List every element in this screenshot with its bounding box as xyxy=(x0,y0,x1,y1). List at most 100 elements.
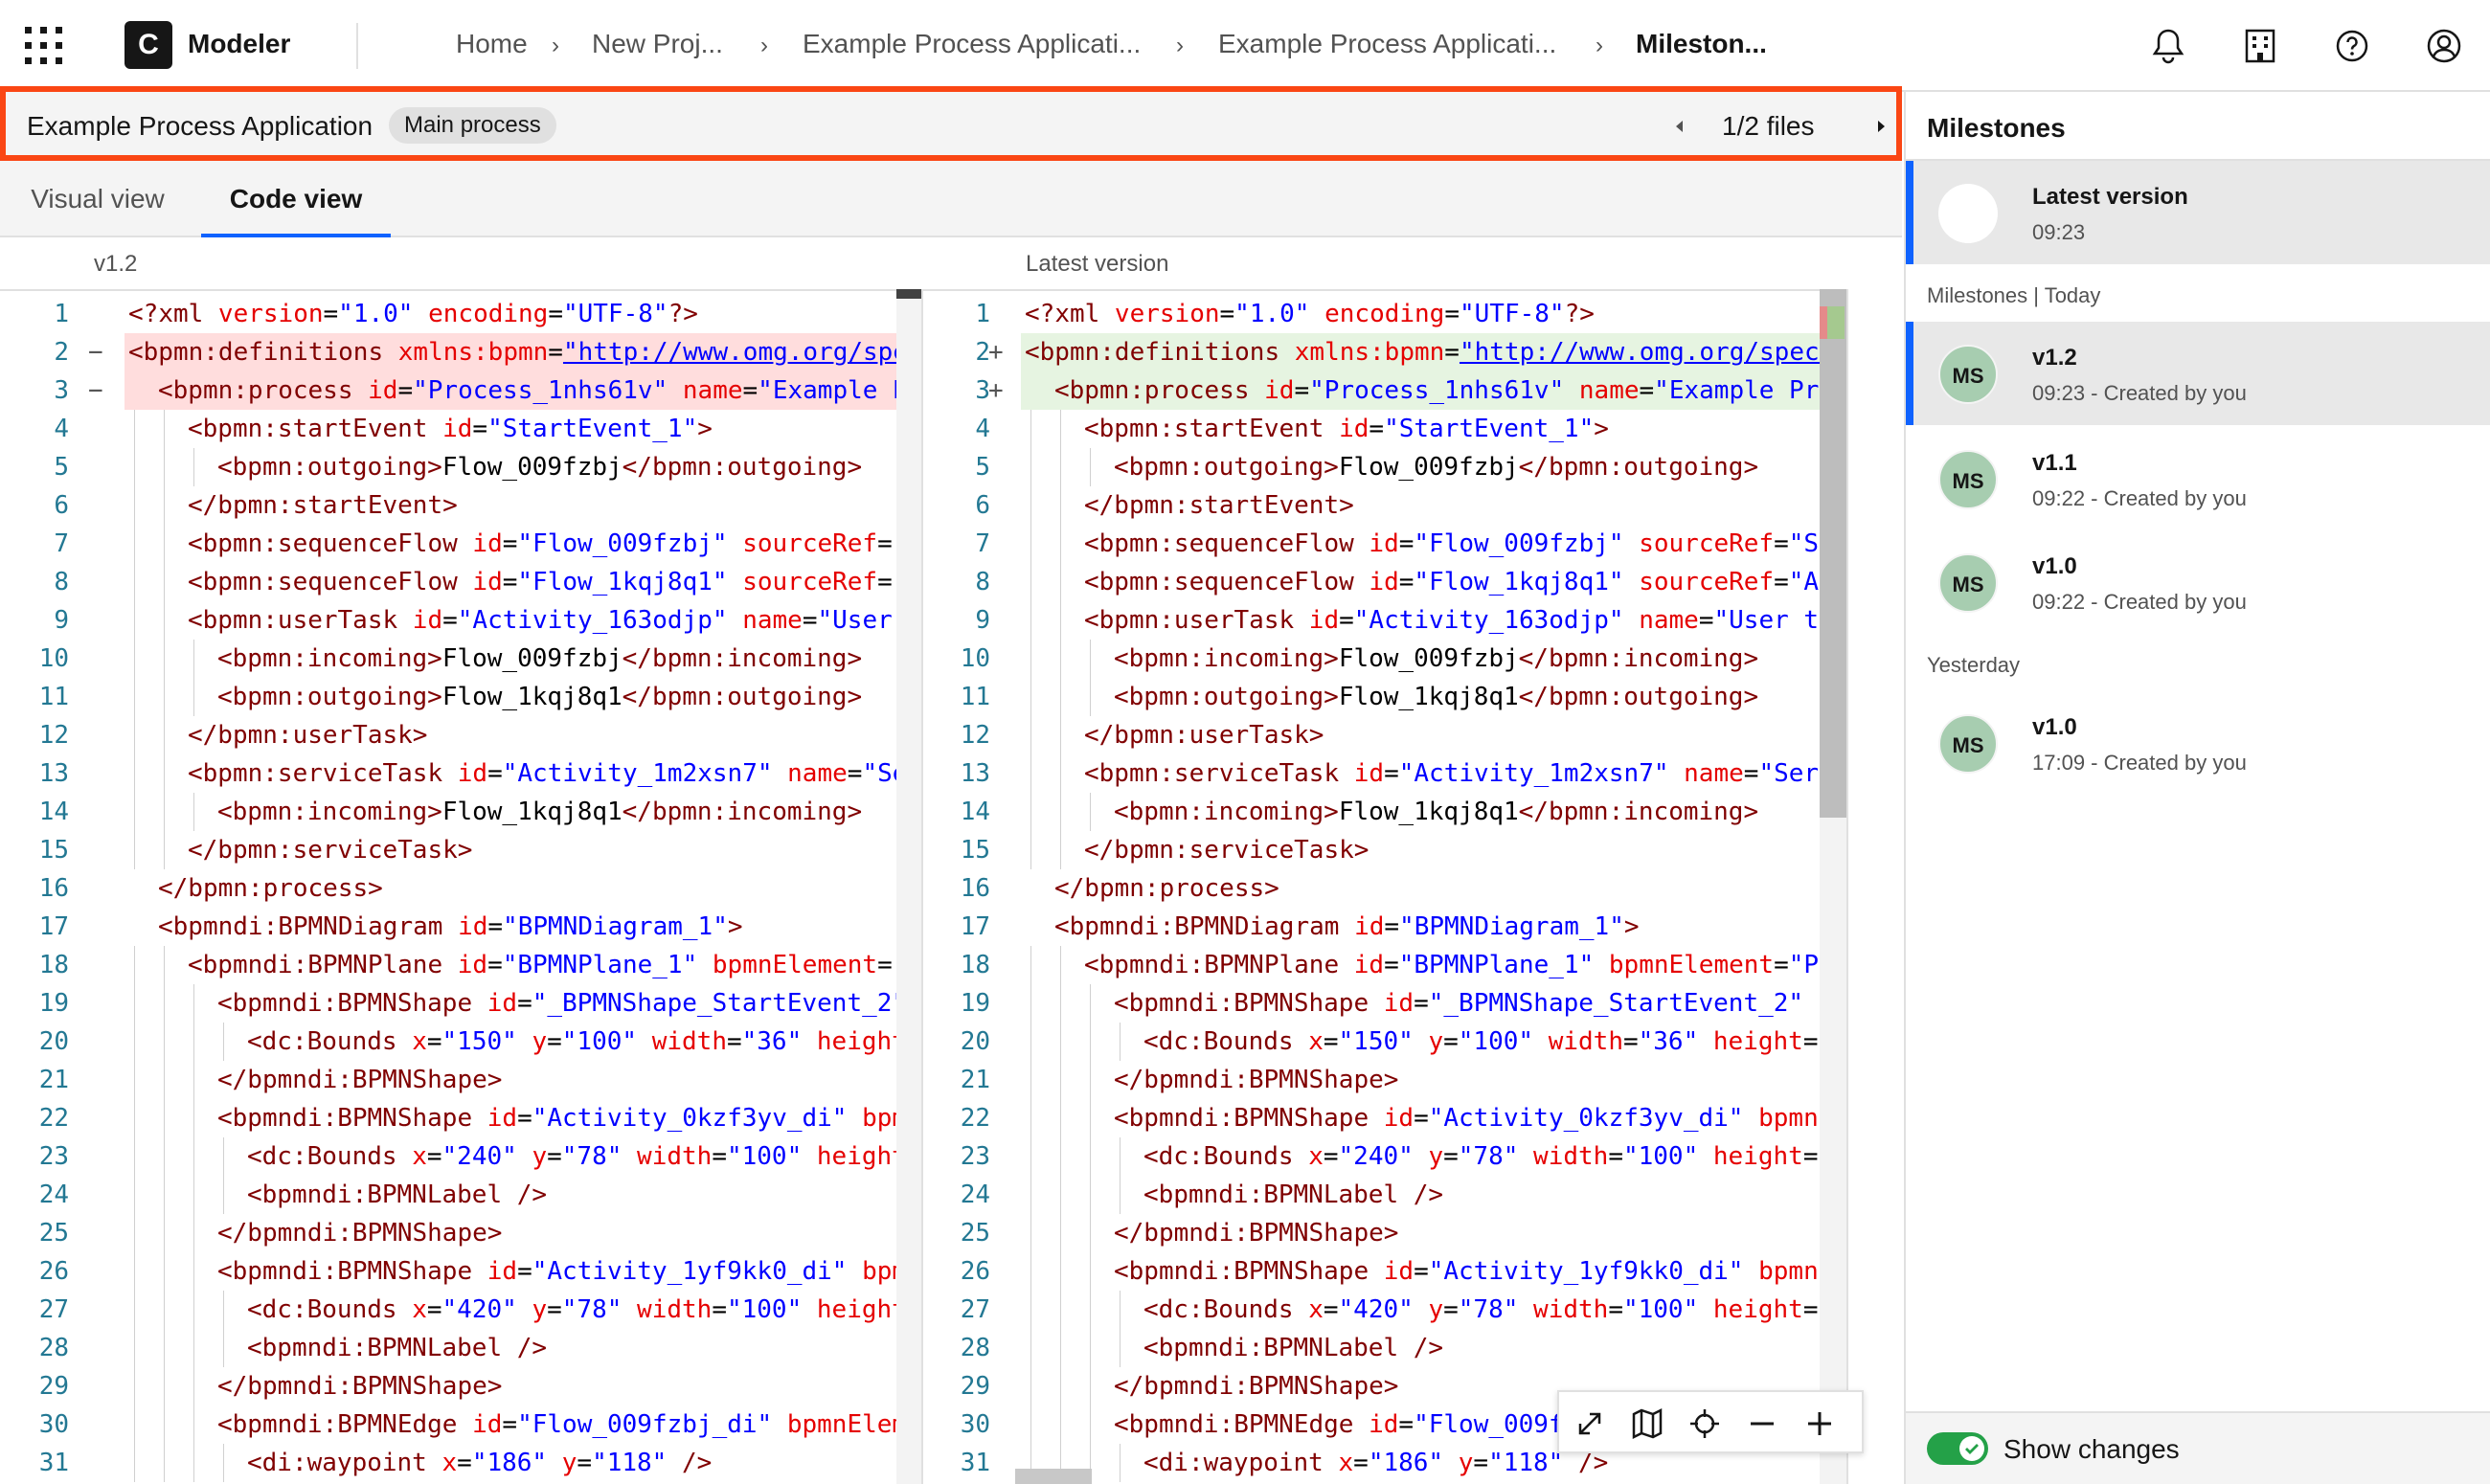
milestone-v1-0-today[interactable]: MS v1.0 09:22 - Created by you xyxy=(1906,530,2490,634)
code-line[interactable]: 19 <bpmndi:BPMNShape id="_BPMNShape_Start… xyxy=(0,984,921,1023)
code-line[interactable]: 22 <bpmndi:BPMNShape id="Activity_0kzf3yv… xyxy=(923,1099,1846,1137)
code-line[interactable]: 12 </bpmn:userTask> xyxy=(0,716,921,754)
code-line[interactable]: 6 </bpmn:startEvent> xyxy=(923,486,1846,525)
code-line[interactable]: 16 </bpmn:process> xyxy=(923,869,1846,908)
code-line[interactable]: 15 </bpmn:serviceTask> xyxy=(923,831,1846,869)
code-line[interactable]: 29 </bpmndi:BPMNShape> xyxy=(0,1367,921,1405)
breadcrumb-project[interactable]: New Proj... xyxy=(592,29,723,59)
line-number: 24 xyxy=(960,1180,990,1209)
code-line[interactable]: 4 <bpmn:startEvent id="StartEvent_1"> xyxy=(923,410,1846,448)
code-line[interactable]: 25 </bpmndi:BPMNShape> xyxy=(0,1214,921,1252)
code-line[interactable]: 15 </bpmn:serviceTask> xyxy=(0,831,921,869)
code-line[interactable]: 7 <bpmn:sequenceFlow id="Flow_009fzbj" so… xyxy=(923,525,1846,563)
notification-bell-icon[interactable] xyxy=(2145,23,2191,69)
code-line[interactable]: 10 <bpmn:incoming>Flow_009fzbj</bpmn:inco… xyxy=(0,640,921,678)
code-line[interactable]: 25 </bpmndi:BPMNShape> xyxy=(923,1214,1846,1252)
code-line[interactable]: 21 </bpmndi:BPMNShape> xyxy=(0,1061,921,1099)
code-line[interactable]: 14 <bpmn:incoming>Flow_1kqj8q1</bpmn:inco… xyxy=(0,793,921,831)
code-line[interactable]: 24 <bpmndi:BPMNLabel /> xyxy=(923,1176,1846,1214)
code-line[interactable]: 14 <bpmn:incoming>Flow_1kqj8q1</bpmn:inco… xyxy=(923,793,1846,831)
code-line[interactable]: 13 <bpmn:serviceTask id="Activity_1m2xsn7… xyxy=(0,754,921,793)
code-line[interactable]: 8 <bpmn:sequenceFlow id="Flow_1kqj8q1" so… xyxy=(923,563,1846,601)
zoom-in-icon[interactable] xyxy=(1797,1401,1843,1447)
milestone-meta: 09:23 - Created by you xyxy=(2032,381,2247,405)
indent-guide xyxy=(164,754,165,793)
milestone-latest-version[interactable]: Latest version 09:23 xyxy=(1906,161,2490,264)
code-text: <bpmndi:BPMNDiagram id="BPMNDiagram_1"> xyxy=(158,912,743,941)
code-line[interactable]: 18 <bpmndi:BPMNPlane id="BPMNPlane_1" bpm… xyxy=(0,946,921,984)
code-line[interactable]: 24 <bpmndi:BPMNLabel /> xyxy=(0,1176,921,1214)
app-switcher-icon[interactable] xyxy=(21,23,67,69)
code-line[interactable]: 4 <bpmn:startEvent id="StartEvent_1"> xyxy=(0,410,921,448)
code-line[interactable]: 30 <bpmndi:BPMNEdge id="Flow_009fzbj_di" … xyxy=(0,1405,921,1444)
milestone-v1-0-yesterday[interactable]: MS v1.0 17:09 - Created by you xyxy=(1906,691,2490,795)
code-line[interactable]: 5 <bpmn:outgoing>Flow_009fzbj</bpmn:outgo… xyxy=(0,448,921,486)
tab-code-view[interactable]: Code view xyxy=(201,161,391,237)
code-line[interactable]: 5 <bpmn:outgoing>Flow_009fzbj</bpmn:outgo… xyxy=(923,448,1846,486)
code-line[interactable]: 22 <bpmndi:BPMNShape id="Activity_0kzf3yv… xyxy=(0,1099,921,1137)
modified-code-pane[interactable]: 1 <?xml version="1.0" encoding="UTF-8"?> 2… xyxy=(921,289,1846,1484)
code-line[interactable]: 27 <dc:Bounds x="420" y="78" width="100" … xyxy=(923,1291,1846,1329)
milestone-v1-1[interactable]: MS v1.1 09:22 - Created by you xyxy=(1906,427,2490,530)
code-line-deleted[interactable]: 3− <bpmn:process id="Process_1nhs61v" nam… xyxy=(0,371,921,410)
reset-position-icon[interactable] xyxy=(1682,1401,1728,1447)
left-pane-scrollbar[interactable] xyxy=(896,289,921,1484)
horizontal-scrollbar[interactable] xyxy=(1015,1469,1092,1484)
breadcrumb-home[interactable]: Home xyxy=(456,29,528,59)
code-line[interactable]: 27 <dc:Bounds x="420" y="78" width="100" … xyxy=(0,1291,921,1329)
code-line[interactable]: 31 <di:waypoint x="186" y="118" /> xyxy=(0,1444,921,1482)
code-line[interactable]: 28 <bpmndi:BPMNLabel /> xyxy=(923,1329,1846,1367)
code-line[interactable]: 20 <dc:Bounds x="150" y="100" width="36" … xyxy=(0,1023,921,1061)
code-line-inserted[interactable]: 2 + <bpmn:definitions xmlns:bpmn="http://w… xyxy=(923,333,1846,371)
fit-to-screen-icon[interactable] xyxy=(1567,1401,1613,1447)
code-line[interactable]: 19 <bpmndi:BPMNShape id="_BPMNShape_Start… xyxy=(923,984,1846,1023)
code-line[interactable]: 26 <bpmndi:BPMNShape id="Activity_1yf9kk0… xyxy=(923,1252,1846,1291)
code-line[interactable]: 20 <dc:Bounds x="150" y="100" width="36" … xyxy=(923,1023,1846,1061)
line-number: 20 xyxy=(960,1027,990,1056)
code-line[interactable]: 18 <bpmndi:BPMNPlane id="BPMNPlane_1" bpm… xyxy=(923,946,1846,984)
show-changes-toggle[interactable] xyxy=(1927,1432,1988,1465)
code-line[interactable]: 26 <bpmndi:BPMNShape id="Activity_1yf9kk0… xyxy=(0,1252,921,1291)
right-pane-scrollbar[interactable] xyxy=(1820,289,1846,1484)
indent-guide xyxy=(1060,1137,1061,1176)
code-line[interactable]: 11 <bpmn:outgoing>Flow_1kqj8q1</bpmn:outg… xyxy=(0,678,921,716)
code-line[interactable]: 23 <dc:Bounds x="240" y="78" width="100" … xyxy=(923,1137,1846,1176)
code-line[interactable]: 7 <bpmn:sequenceFlow id="Flow_009fzbj" so… xyxy=(0,525,921,563)
user-profile-icon[interactable] xyxy=(2421,23,2467,69)
milestone-v1-2[interactable]: MS v1.2 09:23 - Created by you xyxy=(1906,322,2490,425)
breadcrumb-process-application[interactable]: Example Process Applicati... xyxy=(803,29,1141,59)
code-line[interactable]: 17 <bpmndi:BPMNDiagram id="BPMNDiagram_1"… xyxy=(0,908,921,946)
indent-guide xyxy=(193,1329,194,1367)
code-line[interactable]: 13 <bpmn:serviceTask id="Activity_1m2xsn7… xyxy=(923,754,1846,793)
code-line[interactable]: 28 <bpmndi:BPMNLabel /> xyxy=(0,1329,921,1367)
breadcrumb-process-file[interactable]: Example Process Applicati... xyxy=(1218,29,1556,59)
organization-icon[interactable] xyxy=(2237,23,2283,69)
code-line[interactable]: 12 </bpmn:userTask> xyxy=(923,716,1846,754)
code-line[interactable]: 8 <bpmn:sequenceFlow id="Flow_1kqj8q1" so… xyxy=(0,563,921,601)
indent-guide xyxy=(164,1444,165,1482)
original-code-pane[interactable]: 1 <?xml version="1.0" encoding="UTF-8"?> 2… xyxy=(0,289,921,1484)
line-number: 22 xyxy=(38,1104,69,1133)
next-file-button[interactable] xyxy=(1869,115,1892,138)
code-line[interactable]: 9 <bpmn:userTask id="Activity_163odjp" na… xyxy=(0,601,921,640)
code-line[interactable]: 1 <?xml version="1.0" encoding="UTF-8"?> xyxy=(923,295,1846,333)
code-line[interactable]: 9 <bpmn:userTask id="Activity_163odjp" na… xyxy=(923,601,1846,640)
code-line[interactable]: 17 <bpmndi:BPMNDiagram id="BPMNDiagram_1"… xyxy=(923,908,1846,946)
code-text: </bpmndi:BPMNShape> xyxy=(1114,1372,1399,1401)
indent-guide xyxy=(1030,563,1031,601)
code-line[interactable]: 11 <bpmn:outgoing>Flow_1kqj8q1</bpmn:outg… xyxy=(923,678,1846,716)
code-line[interactable]: 23 <dc:Bounds x="240" y="78" width="100" … xyxy=(0,1137,921,1176)
code-line[interactable]: 6 </bpmn:startEvent> xyxy=(0,486,921,525)
indent-guide xyxy=(1030,1329,1031,1367)
minimap-icon[interactable] xyxy=(1624,1401,1670,1447)
code-line-deleted[interactable]: 2− <bpmn:definitions xmlns:bpmn="http://w… xyxy=(0,333,921,371)
previous-file-button[interactable] xyxy=(1668,115,1691,138)
code-line[interactable]: 1 <?xml version="1.0" encoding="UTF-8"?> xyxy=(0,295,921,333)
code-line-inserted[interactable]: 3 + <bpmn:process id="Process_1nhs61v" nam… xyxy=(923,371,1846,410)
code-line[interactable]: 21 </bpmndi:BPMNShape> xyxy=(923,1061,1846,1099)
tab-visual-view[interactable]: Visual view xyxy=(0,161,195,237)
zoom-out-icon[interactable] xyxy=(1739,1401,1785,1447)
code-line[interactable]: 16 </bpmn:process> xyxy=(0,869,921,908)
code-line[interactable]: 10 <bpmn:incoming>Flow_009fzbj</bpmn:inco… xyxy=(923,640,1846,678)
help-icon[interactable] xyxy=(2329,23,2375,69)
